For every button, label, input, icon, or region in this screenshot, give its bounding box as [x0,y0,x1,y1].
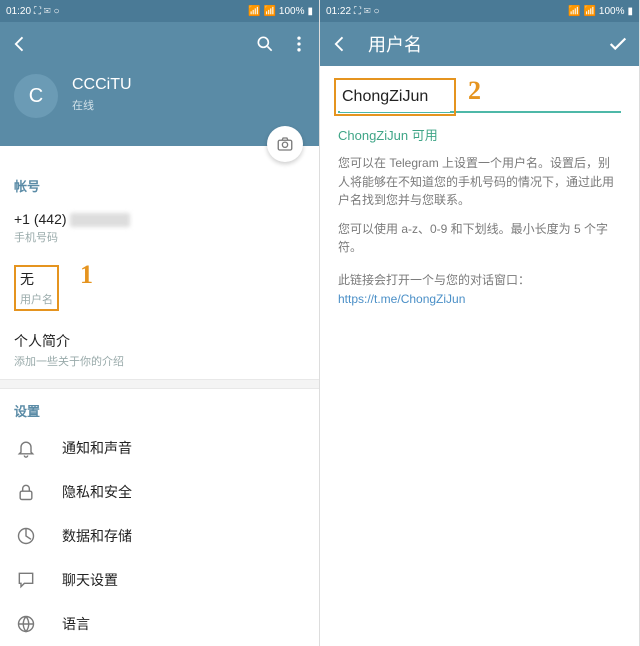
item-label: 通知和声音 [62,438,132,458]
header-title: 用户名 [368,31,607,57]
settings-screen: 01:20 ⛶ ✉ ○ 📶 📶 100% ▮ C CCC [0,0,320,646]
status-bar-left: 01:20 ⛶ ✉ ○ 📶 📶 100% ▮ [0,0,319,22]
battery-icon: ▮ [627,6,633,17]
annotation-1: 1 [80,260,93,290]
item-label: 语言 [62,614,90,634]
item-label: 隐私和安全 [62,482,132,502]
username-input[interactable] [340,82,450,112]
phone-label: 手机号码 [14,229,305,245]
status-icons-left: ⛶ ✉ ○ [354,6,380,17]
back-icon[interactable] [10,34,30,54]
username-link[interactable]: https://t.me/ChongZiJun [338,292,621,306]
availability-text: ChongZiJun 可用 [338,125,621,144]
more-icon[interactable] [289,34,309,54]
highlight-box-1: 无 用户名 [14,265,59,311]
item-privacy[interactable]: 隐私和安全 [0,470,319,514]
avatar[interactable]: C [14,74,58,118]
annotation-2: 2 [468,76,481,106]
status-signal: 📶 📶 [568,6,596,17]
phone-item[interactable]: +1 (442) 手机号码 [0,201,319,255]
item-label: 聊天设置 [62,570,118,590]
username-value: 无 [20,269,53,289]
globe-icon [14,612,38,636]
item-notifications[interactable]: 通知和声音 [0,426,319,470]
status-icons-left: ⛶ ✉ ○ [34,6,60,17]
desc-text-1: 您可以在 Telegram 上设置一个用户名。设置后，别人将能够在不知道您的手机… [338,154,621,210]
status-time: 01:22 [326,6,351,17]
profile-status: 在线 [72,97,132,113]
bell-icon [14,436,38,460]
back-icon[interactable] [330,34,350,54]
bio-item[interactable]: 个人简介 添加一些关于你的介绍 [0,321,319,379]
status-time: 01:20 [6,6,31,17]
settings-header: 设置 [0,389,319,426]
username-input-wrap: 2 [338,80,621,113]
desc-text-3: 此链接会打开一个与您的对话窗口： [338,271,621,290]
item-chat[interactable]: 聊天设置 [0,558,319,602]
item-label: 数据和存储 [62,526,132,546]
status-battery: 100% [279,6,305,17]
header-right: 用户名 [320,22,639,66]
desc-text-2: 您可以使用 a-z、0-9 和下划线。最小长度为 5 个字符。 [338,220,621,257]
username-label: 用户名 [20,291,53,307]
battery-icon: ▮ [307,6,313,17]
header-left [0,22,319,66]
account-header: 帐号 [0,164,319,201]
check-icon[interactable] [607,33,629,55]
bio-title: 个人简介 [14,331,305,351]
profile-name: CCCiTU [72,76,132,94]
search-icon[interactable] [255,34,275,54]
item-data[interactable]: 数据和存储 [0,514,319,558]
camera-button[interactable] [267,126,303,162]
bio-hint: 添加一些关于你的介绍 [14,353,305,369]
data-icon [14,524,38,548]
divider [0,379,319,389]
status-battery: 100% [599,6,625,17]
profile-area: C CCCiTU 在线 [0,66,319,146]
highlight-box-2 [334,78,456,116]
username-edit-screen: 01:22 ⛶ ✉ ○ 📶 📶 100% ▮ 用户名 2 [320,0,640,646]
item-language[interactable]: 语言 [0,602,319,646]
status-signal: 📶 📶 [248,6,276,17]
username-item[interactable]: 无 用户名 1 [0,255,319,321]
chat-icon [14,568,38,592]
phone-value: +1 (442) [14,211,305,227]
lock-icon [14,480,38,504]
status-bar-right: 01:22 ⛶ ✉ ○ 📶 📶 100% ▮ [320,0,639,22]
